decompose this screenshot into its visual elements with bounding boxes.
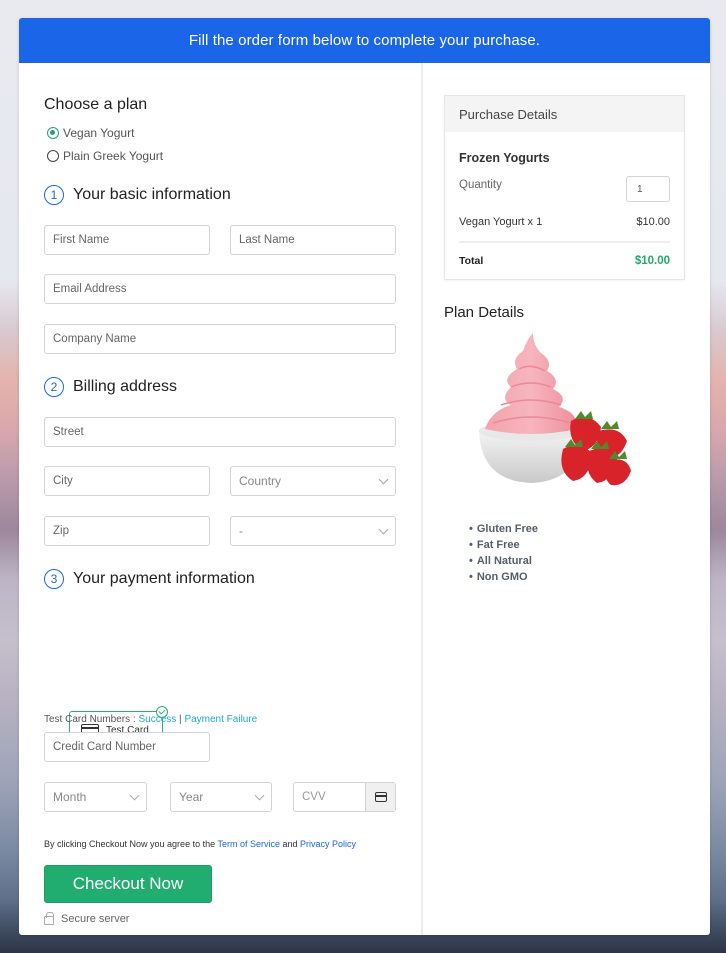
street-input[interactable]: Street <box>44 417 396 447</box>
feature-item: All Natural <box>469 553 685 569</box>
cvv-card-addon <box>365 783 395 811</box>
country-select[interactable]: Country <box>230 466 396 496</box>
billing-heading: 2 Billing address <box>44 377 177 397</box>
step-2-icon: 2 <box>44 377 64 397</box>
chevron-down-icon <box>129 790 140 800</box>
total-row: Total $10.00 <box>459 243 670 279</box>
order-form-card: Fill the order form below to complete yo… <box>19 18 710 935</box>
plan-option-label: Vegan Yogurt <box>63 126 135 140</box>
purchase-details-header: Purchase Details <box>445 96 684 132</box>
agreement-middle: and <box>279 839 300 849</box>
email-input[interactable]: Email Address <box>44 274 396 304</box>
test-card-numbers-label: Test Card Numbers : <box>44 714 139 725</box>
lock-icon <box>44 912 54 925</box>
plan-option-plain-greek-yogurt[interactable]: Plain Greek Yogurt <box>47 148 396 164</box>
quantity-label: Quantity <box>459 179 502 191</box>
quantity-input[interactable]: 1 <box>626 176 670 202</box>
header-banner: Fill the order form below to complete yo… <box>19 18 710 63</box>
step-3-icon: 3 <box>44 569 64 589</box>
plan-option-label: Plain Greek Yogurt <box>63 149 164 163</box>
basic-info-heading: 1 Your basic information <box>44 185 231 205</box>
frozen-yogurt-illustration <box>479 333 631 486</box>
basic-info-title: Your basic information <box>73 186 231 203</box>
checkout-now-button[interactable]: Checkout Now <box>44 865 212 903</box>
radio-unchecked-icon[interactable] <box>47 150 59 162</box>
purchase-details-box: Purchase Details Frozen Yogurts Quantity… <box>444 95 685 280</box>
chevron-down-icon <box>378 524 389 534</box>
chevron-down-icon <box>254 790 265 800</box>
feature-item: Gluten Free <box>469 521 685 537</box>
plan-features-list: Gluten Free Fat Free All Natural Non GMO <box>469 521 685 585</box>
last-name-input[interactable]: Last Name <box>230 225 396 255</box>
step-1-icon: 1 <box>44 185 64 205</box>
cvv-placeholder: CVV <box>302 791 326 803</box>
radio-checked-icon[interactable] <box>47 127 59 139</box>
success-link[interactable]: Success <box>138 714 176 725</box>
secure-server-label: Secure server <box>61 912 130 925</box>
terms-agreement: By clicking Checkout Now you agree to th… <box>44 839 356 849</box>
first-name-input[interactable]: First Name <box>44 225 210 255</box>
line-item-price: $10.00 <box>636 216 670 228</box>
state-select[interactable]: - <box>230 516 396 546</box>
cvv-input[interactable]: CVV <box>293 782 396 812</box>
country-select-value: Country <box>239 474 282 488</box>
terms-of-service-link[interactable]: Term of Service <box>217 839 280 849</box>
state-select-value: - <box>239 524 243 538</box>
credit-card-icon <box>374 792 387 802</box>
plan-details-heading: Plan Details <box>444 304 525 321</box>
payment-title: Your payment information <box>73 570 255 587</box>
product-group-title: Frozen Yogurts <box>459 151 550 165</box>
feature-item: Non GMO <box>469 569 685 585</box>
frozen-yogurt-image <box>471 331 641 501</box>
quantity-row: Quantity 1 <box>459 176 670 202</box>
test-card-numbers: Test Card Numbers : Success | Payment Fa… <box>44 714 257 725</box>
year-select[interactable]: Year <box>170 782 272 812</box>
payment-failure-link[interactable]: Payment Failure <box>184 714 257 725</box>
month-select[interactable]: Month <box>44 782 147 812</box>
feature-item: Fat Free <box>469 537 685 553</box>
year-select-value: Year <box>179 790 204 804</box>
choose-plan-heading: Choose a plan <box>44 96 148 113</box>
privacy-policy-link[interactable]: Privacy Policy <box>300 839 356 849</box>
total-value: $10.00 <box>634 255 670 267</box>
billing-title: Billing address <box>73 378 178 395</box>
plan-option-vegan-yogurt[interactable]: Vegan Yogurt <box>47 125 396 141</box>
payment-heading: 3 Your payment information <box>44 569 255 589</box>
chevron-down-icon <box>378 474 389 484</box>
month-select-value: Month <box>53 790 87 804</box>
agreement-prefix: By clicking Checkout Now you agree to th… <box>44 839 218 849</box>
zip-input[interactable]: Zip <box>44 516 210 546</box>
company-input[interactable]: Company Name <box>44 324 396 354</box>
city-input[interactable]: City <box>44 466 210 496</box>
line-item-row: Vegan Yogurt x 1 $10.00 <box>459 216 670 243</box>
credit-card-number-input[interactable]: Credit Card Number <box>44 732 210 762</box>
total-label: Total <box>459 255 484 267</box>
order-form: Choose a plan Vegan Yogurt Plain Greek Y… <box>19 63 423 935</box>
line-item-label: Vegan Yogurt x 1 <box>459 216 543 228</box>
secure-server-note: Secure server <box>44 912 129 925</box>
summary-panel: Purchase Details Frozen Yogurts Quantity… <box>423 63 710 935</box>
